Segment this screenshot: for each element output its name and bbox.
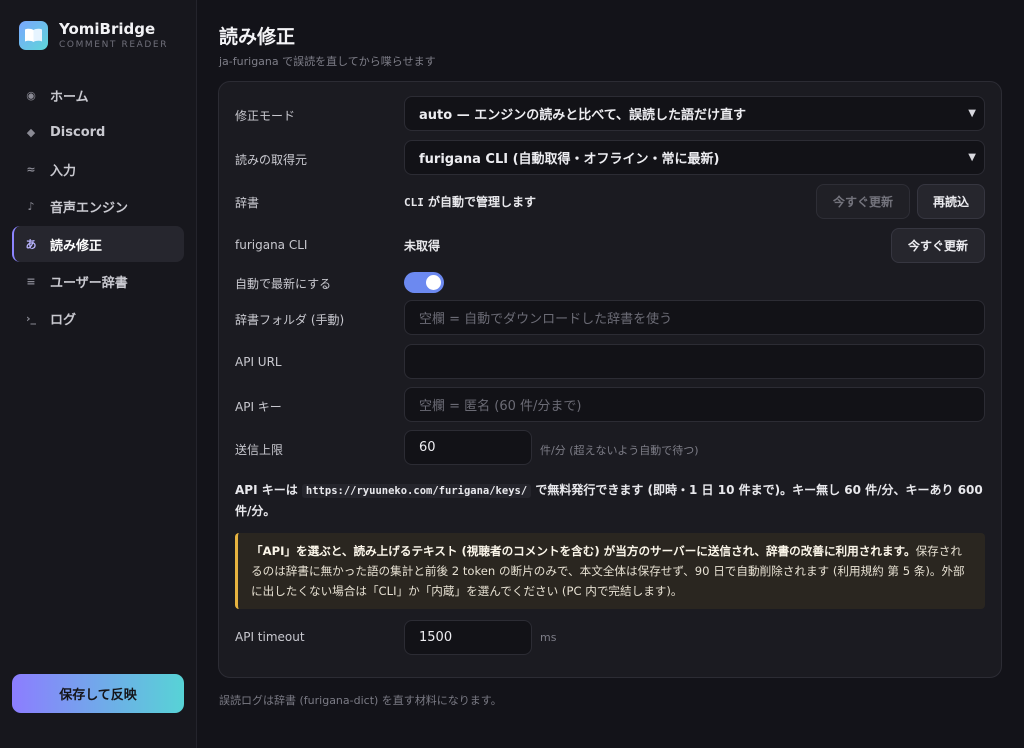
dictionary-reload-button[interactable]: 再読込 (917, 184, 985, 219)
api-keys-url: https://ryuuneko.com/furigana/keys/ (301, 484, 532, 498)
main-content: 読み修正 ja-furigana で誤読を直してから喋らせます 修正モード au… (197, 0, 1024, 748)
kana-a-icon: あ (25, 238, 37, 252)
sidebar-item-user-dictionary[interactable]: ≡ ユーザー辞書 (12, 263, 184, 299)
dict-folder-label: 辞書フォルダ (手動) (235, 313, 345, 327)
rate-limit-label: 送信上限 (235, 443, 284, 457)
cli-label: furigana CLI (235, 238, 308, 252)
chevron-down-icon: ▼ (968, 108, 976, 119)
brand: YomiBridge COMMENT READER (19, 20, 168, 50)
api-key-label: API キー (235, 400, 282, 414)
chevron-down-icon: ▼ (968, 152, 976, 163)
source-select[interactable]: furigana CLI (自動取得・オフライン・常に最新) ▼ (404, 140, 985, 175)
source-select-value: furigana CLI (自動取得・オフライン・常に最新) (419, 152, 720, 167)
privacy-warning-strong: 「API」を選ぶと、読み上げるテキスト (視聴者のコメントを含む) が当方のサー… (251, 544, 916, 558)
diamond-icon: ◆ (26, 125, 36, 139)
dictionary-status: CLI が自動で管理します (404, 193, 536, 210)
dictionary-update-now-button[interactable]: 今すぐ更新 (816, 184, 910, 219)
source-label: 読みの取得元 (235, 153, 308, 167)
sidebar: YomiBridge COMMENT READER ◉ ホーム ◆ Discor… (0, 0, 197, 748)
auto-update-label: 自動で最新にする (235, 277, 332, 291)
api-timeout-unit: ms (540, 631, 557, 644)
api-timeout-label: API timeout (235, 630, 305, 644)
api-key-input[interactable]: 空欄 = 匿名 (60 件/分まで) (404, 387, 985, 422)
api-url-label: API URL (235, 355, 282, 369)
privacy-warning: 「API」を選ぶと、読み上げるテキスト (視聴者のコメントを含む) が当方のサー… (235, 533, 985, 609)
toggle-knob (426, 275, 441, 290)
sidebar-item-label: 入力 (50, 164, 77, 180)
terminal-icon: ›_ (25, 312, 37, 326)
sidebar-item-label: Discord (50, 124, 106, 140)
mode-select-value: auto — エンジンの読みと比べて、誤読した語だけ直す (419, 108, 747, 123)
footer-note: 誤読ログは辞書 (furigana-dict) を直す材料になります。 (219, 694, 502, 707)
page-subtitle: ja-furigana で誤読を直してから喋らせます (219, 55, 436, 68)
list-icon: ≡ (26, 274, 36, 288)
cli-update-now-button[interactable]: 今すぐ更新 (891, 228, 985, 263)
brand-title: YomiBridge (59, 20, 156, 38)
save-apply-button[interactable]: 保存して反映 (12, 674, 184, 713)
music-note-icon: ♪ (27, 200, 35, 214)
page-title: 読み修正 (219, 26, 296, 48)
rate-limit-input[interactable]: 60 (404, 430, 532, 465)
sidebar-item-reading-fix[interactable]: あ 読み修正 (12, 226, 184, 263)
auto-update-toggle[interactable] (404, 272, 444, 293)
sidebar-item-label: 音声エンジン (50, 201, 129, 217)
sidebar-item-log[interactable]: ›_ ログ (12, 301, 184, 337)
dictionary-status-text: が自動で管理します (423, 195, 537, 209)
sidebar-item-home[interactable]: ◉ ホーム (12, 77, 184, 113)
sidebar-item-label: ログ (50, 313, 77, 329)
api-timeout-input[interactable]: 1500 (404, 620, 532, 655)
sidebar-item-label: ユーザー辞書 (50, 275, 128, 291)
api-url-input[interactable] (404, 344, 985, 379)
wave-icon: ≈ (26, 163, 36, 177)
dictionary-status-code: CLI (404, 196, 424, 209)
mode-label: 修正モード (235, 109, 296, 123)
rate-limit-unit: 件/分 (超えないよう自動で待つ) (540, 444, 699, 457)
sidebar-item-voice-engine[interactable]: ♪ 音声エンジン (12, 189, 184, 225)
sidebar-item-discord[interactable]: ◆ Discord (12, 114, 184, 150)
cli-status: 未取得 (404, 239, 441, 253)
book-logo-icon (19, 20, 48, 50)
sidebar-item-input[interactable]: ≈ 入力 (12, 152, 184, 188)
circle-dot-icon: ◉ (26, 88, 36, 102)
brand-subtitle: COMMENT READER (59, 40, 169, 50)
api-key-note: API キーは https://ryuuneko.com/furigana/ke… (235, 480, 987, 521)
mode-select[interactable]: auto — エンジンの読みと比べて、誤読した語だけ直す ▼ (404, 96, 985, 131)
dictionary-label: 辞書 (235, 196, 260, 210)
sidebar-item-label: ホーム (50, 89, 89, 105)
sidebar-item-label: 読み修正 (50, 238, 103, 254)
settings-card: 修正モード auto — エンジンの読みと比べて、誤読した語だけ直す ▼ 読みの… (218, 81, 1002, 678)
api-note-prefix: API キーは (235, 483, 302, 497)
sidebar-nav: ◉ ホーム ◆ Discord ≈ 入力 ♪ 音声エンジン あ 読み修正 ≡ ユ… (12, 77, 184, 338)
dict-folder-input[interactable]: 空欄 = 自動でダウンロードした辞書を使う (404, 300, 985, 335)
